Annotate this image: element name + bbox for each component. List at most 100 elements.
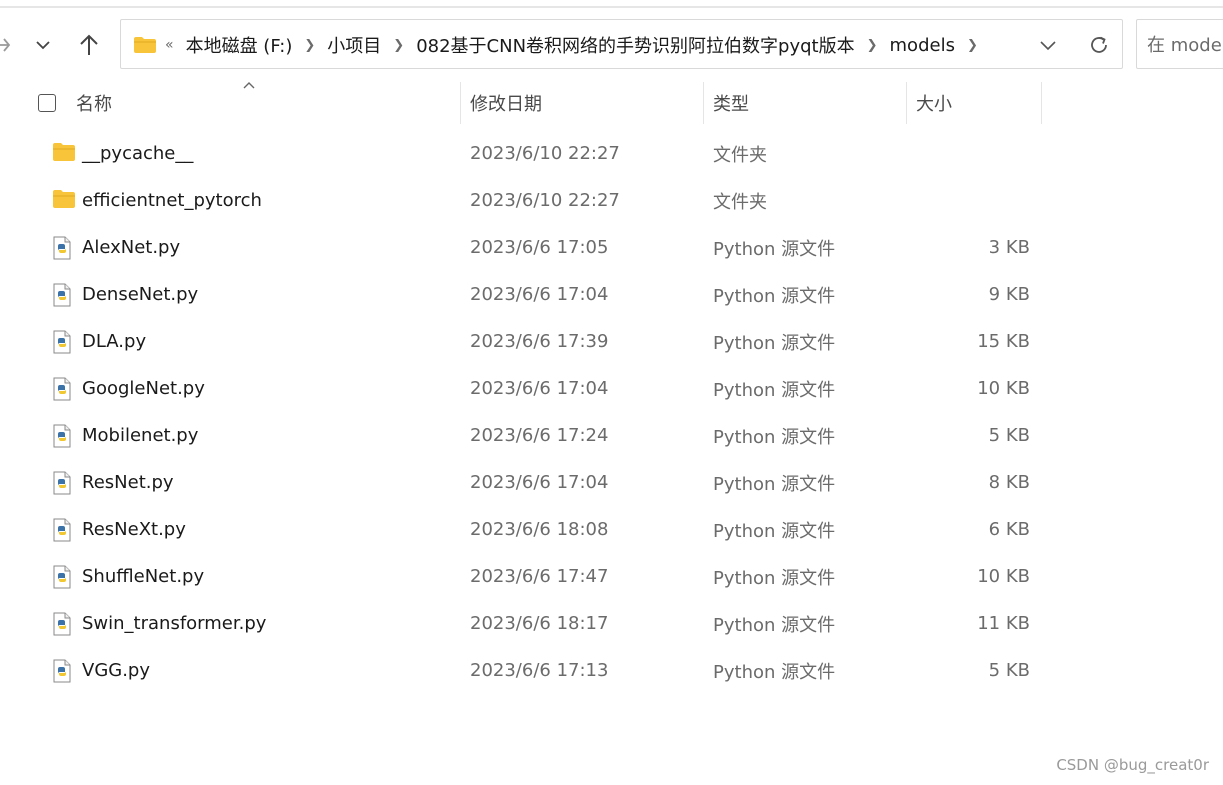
python-file-icon	[52, 518, 72, 547]
up-button[interactable]	[74, 26, 104, 64]
list-item[interactable]: DLA.py 2023/6/6 17:39 Python 源文件 15 KB	[0, 318, 1060, 365]
file-type: 文件夹	[713, 191, 767, 213]
up-arrow-icon	[80, 34, 98, 55]
file-name: __pycache__	[82, 143, 194, 164]
file-size: 5 KB	[988, 425, 1030, 446]
list-item[interactable]: efficientnet_pytorch 2023/6/10 22:27 文件夹	[0, 177, 1060, 224]
python-file-icon	[52, 283, 72, 312]
column-divider[interactable]	[1041, 82, 1042, 124]
list-item[interactable]: VGG.py 2023/6/6 17:13 Python 源文件 5 KB	[0, 647, 1060, 694]
list-item[interactable]: AlexNet.py 2023/6/6 17:05 Python 源文件 3 K…	[0, 224, 1060, 271]
search-input[interactable]: 在 models	[1136, 19, 1223, 69]
breadcrumb: « 本地磁盘 (F:) ❯ 小项目 ❯ 082基于CNN卷积网络的手势识别阿拉伯…	[165, 20, 990, 70]
file-size: 5 KB	[988, 660, 1030, 681]
file-modified-date: 2023/6/6 17:13	[470, 660, 609, 681]
file-name: Swin_transformer.py	[82, 613, 267, 634]
python-file-icon	[52, 659, 72, 688]
file-size: 15 KB	[977, 331, 1030, 352]
python-file-icon	[52, 377, 72, 406]
breadcrumb-item-project-root[interactable]: 小项目	[327, 32, 381, 58]
address-history-dropdown-icon[interactable]	[1039, 36, 1057, 54]
recent-locations-button[interactable]	[30, 26, 56, 64]
file-type: Python 源文件	[713, 661, 836, 683]
file-type: Python 源文件	[713, 520, 836, 542]
breadcrumb-item-models[interactable]: models	[890, 35, 955, 56]
sort-ascending-icon	[243, 82, 255, 89]
file-modified-date: 2023/6/6 18:08	[470, 519, 609, 540]
breadcrumb-overflow[interactable]: «	[165, 37, 174, 53]
file-modified-date: 2023/6/6 17:04	[470, 378, 609, 399]
file-type: 文件夹	[713, 144, 767, 166]
list-item[interactable]: Swin_transformer.py 2023/6/6 18:17 Pytho…	[0, 600, 1060, 647]
file-modified-date: 2023/6/6 17:47	[470, 566, 609, 587]
file-size: 9 KB	[988, 284, 1030, 305]
column-divider[interactable]	[906, 82, 907, 124]
file-type: Python 源文件	[713, 614, 836, 636]
list-item[interactable]: Mobilenet.py 2023/6/6 17:24 Python 源文件 5…	[0, 412, 1060, 459]
python-file-icon	[52, 612, 72, 641]
column-header-type[interactable]: 类型	[713, 80, 749, 126]
file-name: ResNet.py	[82, 472, 174, 493]
forward-button[interactable]	[0, 26, 14, 64]
python-file-icon	[52, 424, 72, 453]
column-header: 名称 修改日期 类型 大小	[0, 80, 1050, 126]
list-item[interactable]: DenseNet.py 2023/6/6 17:04 Python 源文件 9 …	[0, 271, 1060, 318]
python-file-icon	[52, 471, 72, 500]
chevron-down-icon	[36, 41, 50, 50]
list-item[interactable]: ResNet.py 2023/6/6 17:04 Python 源文件 8 KB	[0, 459, 1060, 506]
file-name: efficientnet_pytorch	[82, 190, 262, 211]
file-modified-date: 2023/6/10 22:27	[470, 190, 620, 211]
select-all-checkbox[interactable]	[38, 94, 56, 112]
file-size: 3 KB	[988, 237, 1030, 258]
folder-icon	[52, 189, 76, 214]
list-item[interactable]: __pycache__ 2023/6/10 22:27 文件夹	[0, 130, 1060, 177]
file-name: ShuffleNet.py	[82, 566, 205, 587]
file-name: VGG.py	[82, 660, 151, 681]
file-type: Python 源文件	[713, 379, 836, 401]
file-name: GoogleNet.py	[82, 378, 205, 399]
python-file-icon	[52, 565, 72, 594]
list-item[interactable]: ShuffleNet.py 2023/6/6 17:47 Python 源文件 …	[0, 553, 1060, 600]
file-name: AlexNet.py	[82, 237, 181, 258]
file-size: 6 KB	[988, 519, 1030, 540]
column-divider[interactable]	[460, 82, 461, 124]
file-type: Python 源文件	[713, 426, 836, 448]
breadcrumb-item-drive[interactable]: 本地磁盘 (F:)	[186, 32, 293, 58]
python-file-icon	[52, 330, 72, 359]
file-modified-date: 2023/6/10 22:27	[470, 143, 620, 164]
file-name: DLA.py	[82, 331, 147, 352]
search-placeholder: 在 models	[1147, 35, 1223, 56]
file-modified-date: 2023/6/6 17:05	[470, 237, 609, 258]
column-header-date[interactable]: 修改日期	[470, 80, 542, 126]
file-size: 8 KB	[988, 472, 1030, 493]
column-header-name[interactable]: 名称	[76, 80, 112, 126]
file-type: Python 源文件	[713, 332, 836, 354]
file-size: 10 KB	[977, 566, 1030, 587]
file-type: Python 源文件	[713, 285, 836, 307]
folder-icon	[52, 142, 76, 167]
chevron-right-icon[interactable]: ❯	[967, 38, 978, 53]
file-modified-date: 2023/6/6 17:39	[470, 331, 609, 352]
list-item[interactable]: ResNeXt.py 2023/6/6 18:08 Python 源文件 6 K…	[0, 506, 1060, 553]
file-modified-date: 2023/6/6 17:04	[470, 284, 609, 305]
file-modified-date: 2023/6/6 17:04	[470, 472, 609, 493]
chevron-right-icon[interactable]: ❯	[393, 38, 404, 53]
address-bar[interactable]: « 本地磁盘 (F:) ❯ 小项目 ❯ 082基于CNN卷积网络的手势识别阿拉伯…	[120, 19, 1123, 69]
chevron-right-icon[interactable]: ❯	[867, 38, 878, 53]
window-top-border	[0, 6, 1223, 8]
file-type: Python 源文件	[713, 567, 836, 589]
file-type: Python 源文件	[713, 238, 836, 260]
column-divider[interactable]	[703, 82, 704, 124]
file-type: Python 源文件	[713, 473, 836, 495]
column-header-size[interactable]: 大小	[916, 80, 952, 126]
folder-icon	[134, 37, 156, 53]
forward-arrow-icon	[0, 38, 11, 52]
chevron-right-icon[interactable]: ❯	[304, 38, 315, 53]
breadcrumb-item-project[interactable]: 082基于CNN卷积网络的手势识别阿拉伯数字pyqt版本	[416, 32, 854, 58]
refresh-icon[interactable]	[1087, 33, 1111, 57]
watermark: CSDN @bug_creat0r	[1056, 756, 1209, 774]
list-item[interactable]: GoogleNet.py 2023/6/6 17:04 Python 源文件 1…	[0, 365, 1060, 412]
file-size: 10 KB	[977, 378, 1030, 399]
file-name: Mobilenet.py	[82, 425, 199, 446]
file-modified-date: 2023/6/6 18:17	[470, 613, 609, 634]
